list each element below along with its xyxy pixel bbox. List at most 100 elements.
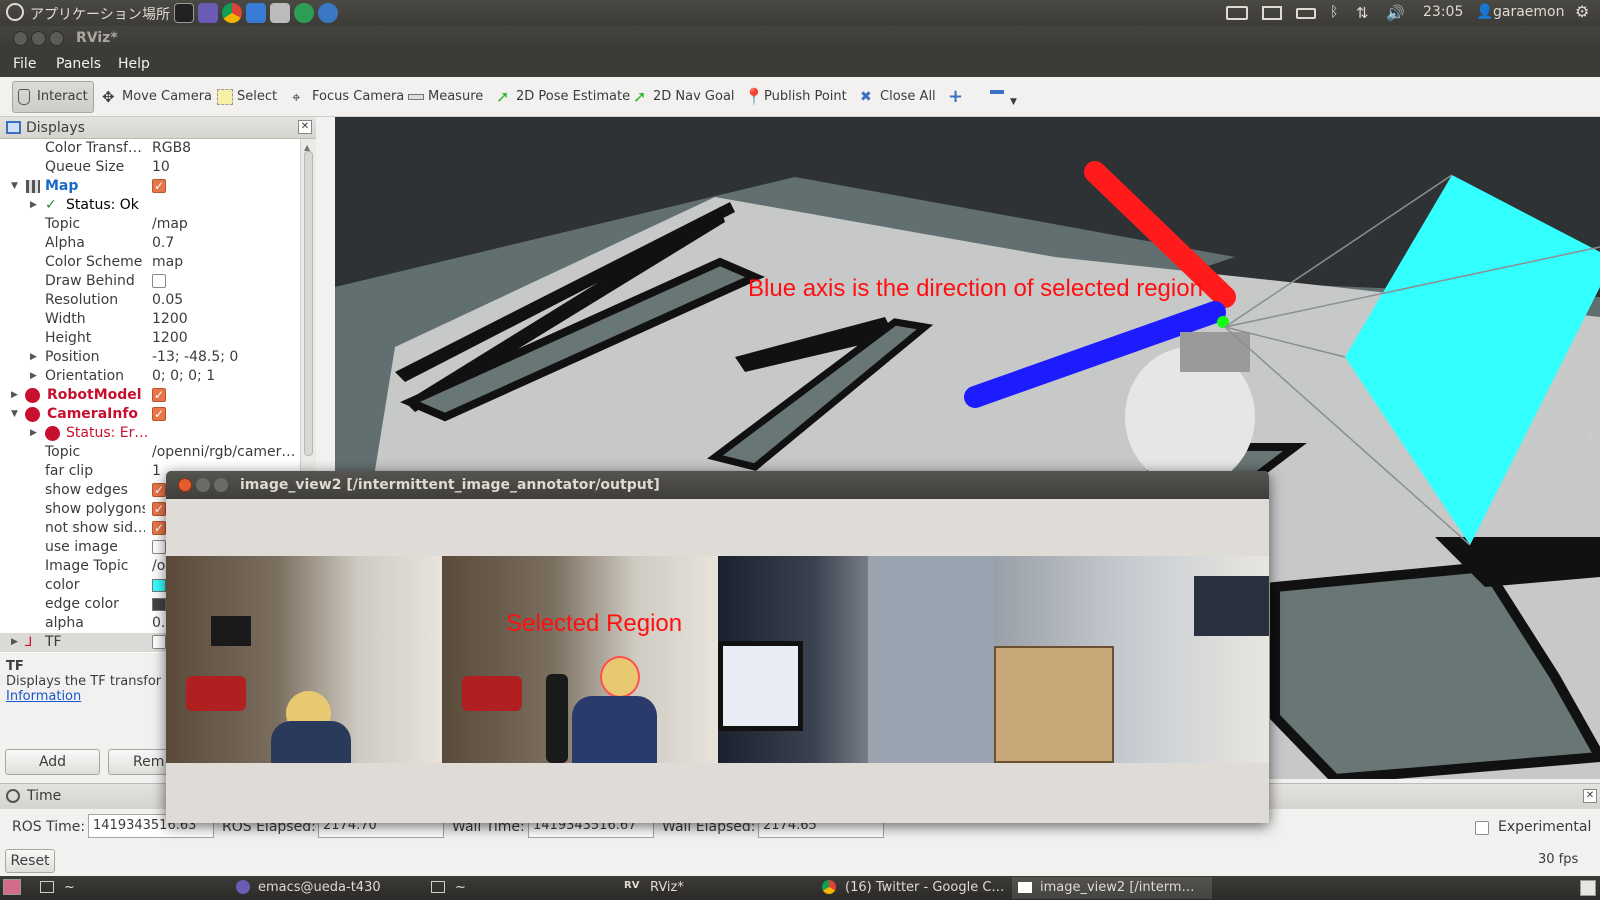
add-display-button[interactable]: Add xyxy=(5,749,100,775)
close-all-tool-button[interactable]: ✖ Close All xyxy=(860,86,936,110)
viewport-right-arrow-icon[interactable]: ▶ xyxy=(1588,431,1596,442)
property-value[interactable]: 1200 xyxy=(152,310,297,329)
measure-tool-button[interactable]: Measure xyxy=(408,86,483,110)
camerainfo-enabled-checkbox[interactable] xyxy=(152,405,166,424)
close-panel-icon[interactable]: ✕ xyxy=(1583,789,1597,803)
chrome-launcher-icon[interactable] xyxy=(222,3,242,23)
taskbar-terminal-2[interactable]: ~ xyxy=(455,880,466,895)
reset-button[interactable]: Reset xyxy=(5,849,55,873)
not-show-side-checkbox[interactable] xyxy=(152,519,166,538)
toolbar-dropdown-icon[interactable]: ▼ xyxy=(1010,91,1017,115)
property-value[interactable]: 0; 0; 0; 1 xyxy=(152,367,297,386)
taskbar-terminal-1[interactable]: ~ xyxy=(64,880,75,895)
close-window-button[interactable] xyxy=(178,478,192,492)
maximize-window-button[interactable] xyxy=(49,31,64,46)
places-menu[interactable]: 場所 xyxy=(142,4,170,24)
minimize-window-button[interactable] xyxy=(196,478,210,492)
pose-estimate-tool-button[interactable]: ➚ 2D Pose Estimate xyxy=(496,86,630,110)
minimize-window-button[interactable] xyxy=(31,31,46,46)
tree-row[interactable]: Resolution 0.05 xyxy=(0,291,300,310)
mail-icon[interactable] xyxy=(1262,6,1282,20)
tree-row[interactable]: Alpha 0.7 xyxy=(0,234,300,253)
expand-arrow-icon[interactable]: ▶ xyxy=(30,367,37,386)
property-value[interactable]: 10 xyxy=(152,158,297,177)
select-tool-button[interactable]: Select xyxy=(217,86,277,110)
property-value[interactable]: 0.05 xyxy=(152,291,297,310)
bluetooth-icon[interactable]: ᛒ xyxy=(1330,4,1338,20)
maximize-window-button[interactable] xyxy=(214,478,228,492)
tree-row[interactable]: Color Transf… RGB8 xyxy=(0,139,300,158)
add-tool-icon[interactable]: + xyxy=(948,86,963,110)
tree-row[interactable]: Topic/map xyxy=(0,215,300,234)
tree-row[interactable]: Width 1200 xyxy=(0,310,300,329)
clock[interactable]: 23:05 xyxy=(1423,4,1463,20)
emacs-launcher-icon[interactable] xyxy=(198,3,218,23)
scroll-thumb[interactable] xyxy=(304,151,313,456)
property-value[interactable]: /openni/rgb/camer… xyxy=(152,443,297,462)
draw-behind-checkbox[interactable] xyxy=(152,274,166,288)
map-enabled-checkbox[interactable] xyxy=(152,177,166,196)
tree-row[interactable]: Height 1200 xyxy=(0,329,300,348)
interact-tool-button[interactable]: Interact xyxy=(12,81,94,113)
terminal-launcher-icon[interactable] xyxy=(174,3,194,23)
battery-icon[interactable] xyxy=(1296,8,1316,19)
expand-arrow-icon[interactable]: ▶ xyxy=(11,386,18,405)
tree-row[interactable]: ▶ Status: Er… xyxy=(0,424,300,443)
camera-launcher-icon[interactable] xyxy=(270,3,290,23)
menu-help[interactable]: Help xyxy=(118,56,150,72)
taskbar-rviz[interactable]: RViz* xyxy=(650,880,684,895)
taskbar-chrome-twitter[interactable]: (16) Twitter - Google C… xyxy=(845,880,1004,895)
thunderbird-launcher-icon[interactable] xyxy=(318,3,338,23)
network-icon[interactable]: ⇅ xyxy=(1356,4,1369,22)
keyboard-icon[interactable] xyxy=(1226,6,1248,20)
menu-file[interactable]: File xyxy=(13,56,36,72)
image-view-window[interactable]: image_view2 [/intermittent_image_annotat… xyxy=(166,471,1269,823)
trash-icon[interactable] xyxy=(1580,880,1596,896)
display-robotmodel[interactable]: ▶ RobotModel xyxy=(0,386,300,405)
color-swatch[interactable] xyxy=(152,579,166,592)
tree-row[interactable]: Color Scheme map xyxy=(0,253,300,272)
applications-menu[interactable]: アプリケーション xyxy=(30,4,142,24)
expand-arrow-icon[interactable]: ▶ xyxy=(30,348,37,367)
expand-arrow-icon[interactable]: ▶ xyxy=(30,196,37,215)
display-camerainfo[interactable]: ▼ CameraInfo xyxy=(0,405,300,424)
show-polygons-checkbox[interactable] xyxy=(152,500,166,519)
tree-row[interactable]: Queue Size 10 xyxy=(0,158,300,177)
remove-tool-icon[interactable] xyxy=(990,90,1004,94)
collapse-arrow-icon[interactable]: ▼ xyxy=(11,405,18,424)
network-launcher-icon[interactable] xyxy=(294,3,314,23)
collapse-arrow-icon[interactable]: ▼ xyxy=(11,177,18,196)
user-name[interactable]: garaemon xyxy=(1493,4,1565,20)
taskbar-emacs[interactable]: emacs@ueda-t430 xyxy=(258,880,381,895)
image-strip[interactable] xyxy=(166,556,1269,763)
experimental-checkbox[interactable] xyxy=(1475,821,1489,835)
tree-row[interactable]: ▶ ✓ Status: Ok xyxy=(0,196,300,215)
information-link[interactable]: Information xyxy=(6,689,164,704)
image-window-title-bar[interactable]: image_view2 [/intermittent_image_annotat… xyxy=(166,471,1269,499)
show-desktop-icon[interactable] xyxy=(3,879,21,895)
show-edges-checkbox[interactable] xyxy=(152,481,166,500)
menu-panels[interactable]: Panels xyxy=(56,56,101,72)
edge-color-swatch[interactable] xyxy=(152,598,166,611)
property-value[interactable]: /map xyxy=(152,215,297,234)
tree-row[interactable]: ▶ Orientation 0; 0; 0; 1 xyxy=(0,367,300,386)
volume-icon[interactable]: 🔊 xyxy=(1386,4,1405,22)
property-value[interactable]: RGB8 xyxy=(152,139,297,158)
publish-point-tool-button[interactable]: 📍 Publish Point xyxy=(744,86,847,110)
close-panel-icon[interactable]: ✕ xyxy=(298,120,312,134)
drawing-launcher-icon[interactable] xyxy=(246,3,266,23)
display-map[interactable]: ▼ Map xyxy=(0,177,300,196)
property-value[interactable]: map xyxy=(152,253,297,272)
nav-goal-tool-button[interactable]: ➚ 2D Nav Goal xyxy=(633,86,735,110)
taskbar-image-view[interactable]: image_view2 [/interm… xyxy=(1040,880,1195,895)
tree-row[interactable]: ▶ Position -13; -48.5; 0 xyxy=(0,348,300,367)
robotmodel-enabled-checkbox[interactable] xyxy=(152,386,166,405)
tf-enabled-checkbox[interactable] xyxy=(152,635,166,649)
tree-row[interactable]: Draw Behind xyxy=(0,272,300,291)
gear-icon[interactable]: ⚙ xyxy=(1575,2,1589,21)
ubuntu-logo-icon[interactable] xyxy=(6,3,24,21)
close-window-button[interactable] xyxy=(13,31,28,46)
property-value[interactable]: -13; -48.5; 0 xyxy=(152,348,297,367)
property-value[interactable]: 1200 xyxy=(152,329,297,348)
expand-arrow-icon[interactable]: ▶ xyxy=(30,424,37,443)
